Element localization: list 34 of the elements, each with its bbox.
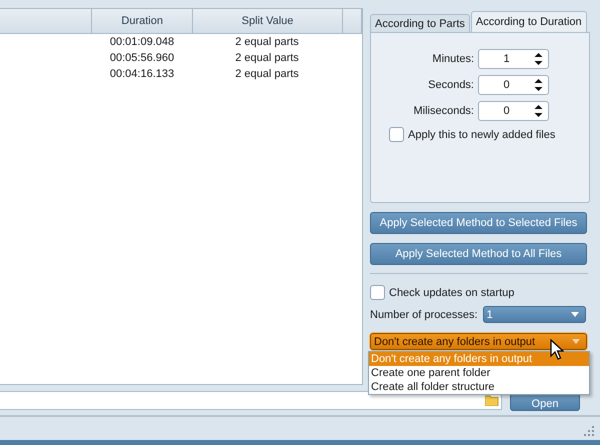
checkbox[interactable] — [389, 127, 404, 142]
spinner-arrows-icon[interactable] — [534, 52, 543, 66]
checkbox-label: Apply this to newly added files — [408, 128, 556, 140]
table-cell-text: 00:04:16.133 — [108, 68, 176, 80]
dropdown-option[interactable]: Create all folder structure — [369, 380, 589, 394]
column-header[interactable]: Split Value — [192, 9, 344, 33]
field-label: Miliseconds: — [413, 105, 474, 117]
field-label: Number of processes: — [370, 308, 478, 320]
checkbox-label: Check updates on startup — [389, 286, 514, 298]
field-label: Minutes: — [432, 53, 474, 65]
spinner-arrows-icon[interactable] — [534, 104, 543, 118]
tab[interactable]: According to Parts — [370, 14, 470, 32]
output-folder-field[interactable] — [0, 390, 502, 410]
apply-button[interactable]: Apply Selected Method to All Files — [370, 243, 587, 265]
folder-dropdown[interactable]: Don't create any folders in output — [370, 333, 587, 350]
number-field[interactable]: 0 — [478, 101, 549, 121]
dropdown-option[interactable]: Create one parent folder — [369, 366, 589, 380]
table-cell-text: 2 equal parts — [234, 68, 300, 80]
table-cell-text: 00:05:56.960 — [108, 52, 176, 64]
caret-icon — [572, 339, 580, 344]
checkbox[interactable] — [370, 285, 385, 300]
resize-grip-icon[interactable] — [584, 426, 595, 437]
table-cell-text: 2 equal parts — [234, 52, 300, 64]
spinner-arrows-icon[interactable] — [534, 78, 543, 92]
tab[interactable]: According to Duration — [470, 11, 587, 32]
column-header[interactable]: Duration — [92, 9, 193, 33]
table-cell-text: 2 equal parts — [234, 36, 300, 48]
number-field[interactable]: 0 — [478, 75, 549, 95]
apply-button[interactable]: Apply Selected Method to Selected Files — [370, 212, 587, 234]
processes-dropdown[interactable]: 1 — [482, 306, 586, 323]
table-cell-text: 00:01:09.048 — [108, 36, 176, 48]
field-label: Seconds: — [428, 79, 474, 91]
number-field[interactable]: 1 — [478, 49, 549, 69]
caret-icon — [570, 312, 579, 317]
